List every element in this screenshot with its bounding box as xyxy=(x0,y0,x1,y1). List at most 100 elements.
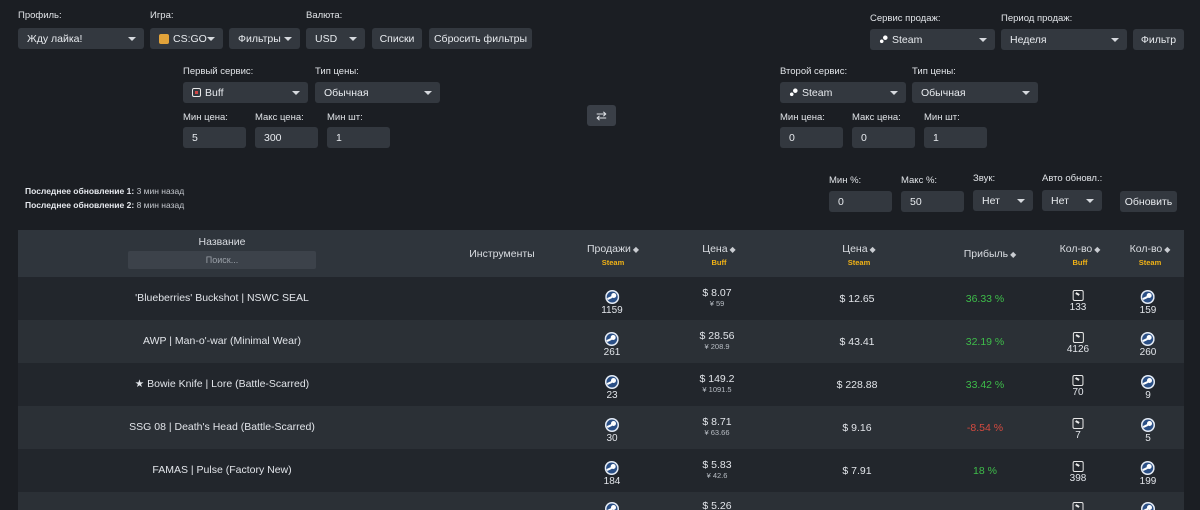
profile-label: Профиль: xyxy=(18,10,62,21)
max-price-2-input[interactable]: 0 xyxy=(852,127,915,148)
sound-label: Звук: xyxy=(973,173,996,184)
steam-icon[interactable] xyxy=(1141,461,1155,475)
steam-qty-cell: 9 xyxy=(1141,375,1155,401)
min-price-1-input[interactable]: 5 xyxy=(183,127,246,148)
price-type-1-label: Тип цены: xyxy=(315,66,359,77)
game-select[interactable]: CS:GO xyxy=(150,28,223,49)
swap-icon: ⇄ xyxy=(596,107,607,123)
steam-icon[interactable] xyxy=(605,502,619,510)
profit-value: -8.54 % xyxy=(966,422,1004,434)
col-qty-steam-sub: Steam xyxy=(1138,258,1162,267)
buff-icon[interactable] xyxy=(1072,461,1084,472)
min-qty-1-input[interactable]: 1 xyxy=(327,127,390,148)
last-update-2-value: 8 мин назад xyxy=(136,200,185,210)
col-qty-steam-header[interactable]: Кол-во ◆ Steam xyxy=(1130,243,1171,267)
col-price-steam-header[interactable]: Цена ◆ Steam xyxy=(842,243,875,267)
steam-qty-cell: 199 xyxy=(1140,461,1156,487)
steam-icon[interactable] xyxy=(605,418,619,432)
steam-icon[interactable] xyxy=(1141,290,1155,304)
col-profit-header[interactable]: Прибыль ◆ xyxy=(964,248,1017,260)
sales-period-select[interactable]: Неделя xyxy=(1001,29,1127,50)
buff-icon[interactable] xyxy=(1072,375,1084,386)
max-price-1-label: Макс цена: xyxy=(255,112,304,123)
buff-icon[interactable] xyxy=(1072,502,1084,510)
sales-service-select[interactable]: Steam xyxy=(870,29,995,50)
profit-value: 32.19 % xyxy=(965,336,1005,348)
max-price-2-label: Макс цена: xyxy=(852,112,901,123)
steam-icon[interactable] xyxy=(1141,502,1155,510)
steam-qty-cell: 260 xyxy=(1140,332,1156,358)
item-name[interactable]: 'Blueberries' Buckshot | NSWC SEAL xyxy=(135,292,309,304)
steam-qty-cell: 159 xyxy=(1140,290,1156,316)
game-value: CS:GO xyxy=(173,32,207,45)
buff-price-cny: ¥ 208.9 xyxy=(704,342,730,351)
price-type-2-select[interactable]: Обычная xyxy=(912,82,1038,103)
steam-icon[interactable] xyxy=(605,461,619,475)
col-sales-header[interactable]: Продажи ◆ Steam xyxy=(587,243,639,267)
buff-icon xyxy=(192,88,201,97)
second-service-select[interactable]: Steam xyxy=(780,82,906,103)
item-name[interactable]: FAMAS | Pulse (Factory New) xyxy=(152,464,291,476)
steam-icon xyxy=(789,88,798,97)
item-name[interactable]: SSG 08 | Death's Head (Battle-Scarred) xyxy=(129,421,315,433)
max-pct-input[interactable]: 50 xyxy=(901,191,964,212)
buff-icon[interactable] xyxy=(1072,418,1084,429)
profit-value: 18 % xyxy=(973,465,997,477)
item-name[interactable]: ★ Bowie Knife | Lore (Battle-Scarred) xyxy=(135,378,309,390)
col-qty-buff-header[interactable]: Кол-во ◆ Buff xyxy=(1060,243,1101,267)
reset-filters-button[interactable]: Сбросить фильтры xyxy=(429,28,532,49)
price-type-1-select[interactable]: Обычная xyxy=(315,82,440,103)
max-price-1-input[interactable]: 300 xyxy=(255,127,318,148)
buff-icon[interactable] xyxy=(1072,290,1084,301)
currency-value: USD xyxy=(315,32,338,45)
table-row[interactable]: ★ Bowie Knife | Lore (Battle-Scarred) 23… xyxy=(18,363,1184,406)
first-service-value: Buff xyxy=(205,86,224,99)
table-row[interactable]: $ 5.26 xyxy=(18,492,1184,510)
steam-icon[interactable] xyxy=(1141,418,1155,432)
first-service-select[interactable]: Buff xyxy=(183,82,308,103)
swap-services-button[interactable]: ⇄ xyxy=(587,105,616,126)
buff-price-cell: $ 5.83 ¥ 42.6 xyxy=(702,459,731,480)
steam-price: $ 228.88 xyxy=(836,379,878,391)
steam-icon[interactable] xyxy=(1141,375,1155,389)
steam-icon[interactable] xyxy=(605,332,619,346)
sales-cell xyxy=(605,502,619,510)
max-pct-label: Макс %: xyxy=(901,175,938,186)
buff-qty-cell: 70 xyxy=(1072,375,1084,398)
col-name-header[interactable]: Название xyxy=(199,236,246,248)
auto-refresh-select[interactable]: Нет xyxy=(1042,190,1102,211)
filter-button[interactable]: Фильтр xyxy=(1133,29,1184,50)
currency-select[interactable]: USD xyxy=(306,28,365,49)
buff-icon[interactable] xyxy=(1072,332,1084,343)
refresh-button[interactable]: Обновить xyxy=(1120,191,1177,212)
min-pct-input[interactable]: 0 xyxy=(829,191,892,212)
buff-qty-cell: 133 xyxy=(1070,290,1086,313)
table-row[interactable]: 'Blueberries' Buckshot | NSWC SEAL 1159 … xyxy=(18,277,1184,320)
price-type-2-label: Тип цены: xyxy=(912,66,956,77)
min-qty-2-input[interactable]: 1 xyxy=(924,127,987,148)
steam-icon[interactable] xyxy=(1141,332,1155,346)
price-type-1-value: Обычная xyxy=(324,86,369,99)
steam-icon[interactable] xyxy=(604,290,619,304)
buff-price-cny: ¥ 63.66 xyxy=(704,428,730,437)
table-row[interactable]: SSG 08 | Death's Head (Battle-Scarred) 3… xyxy=(18,406,1184,449)
sound-select[interactable]: Нет xyxy=(973,190,1033,211)
sales-cell: 30 xyxy=(605,418,619,444)
table-row[interactable]: FAMAS | Pulse (Factory New) 184 $ 5.83 ¥… xyxy=(18,449,1184,492)
sort-icon: ◆ xyxy=(1094,245,1101,254)
sales-count: 23 xyxy=(606,390,618,401)
table-row[interactable]: AWP | Man-o'-war (Minimal Wear) 261 $ 28… xyxy=(18,320,1184,363)
col-price-buff-header[interactable]: Цена ◆ Buff xyxy=(702,243,735,267)
min-price-2-input[interactable]: 0 xyxy=(780,127,843,148)
sales-count: 30 xyxy=(606,433,618,444)
item-name[interactable]: AWP | Man-o'-war (Minimal Wear) xyxy=(143,335,301,347)
filters-select[interactable]: Фильтры xyxy=(229,28,300,49)
col-price-buff-title: Цена xyxy=(702,243,728,255)
last-update-2: Последнее обновление 2: 8 мин назад xyxy=(25,200,184,210)
steam-icon[interactable] xyxy=(605,375,619,389)
sales-period-label: Период продаж: xyxy=(1001,13,1073,24)
profile-select[interactable]: Жду лайка! xyxy=(18,28,144,49)
steam-price: $ 9.16 xyxy=(842,422,872,434)
lists-button[interactable]: Списки xyxy=(372,28,422,49)
search-input[interactable]: Поиск... xyxy=(128,251,316,269)
